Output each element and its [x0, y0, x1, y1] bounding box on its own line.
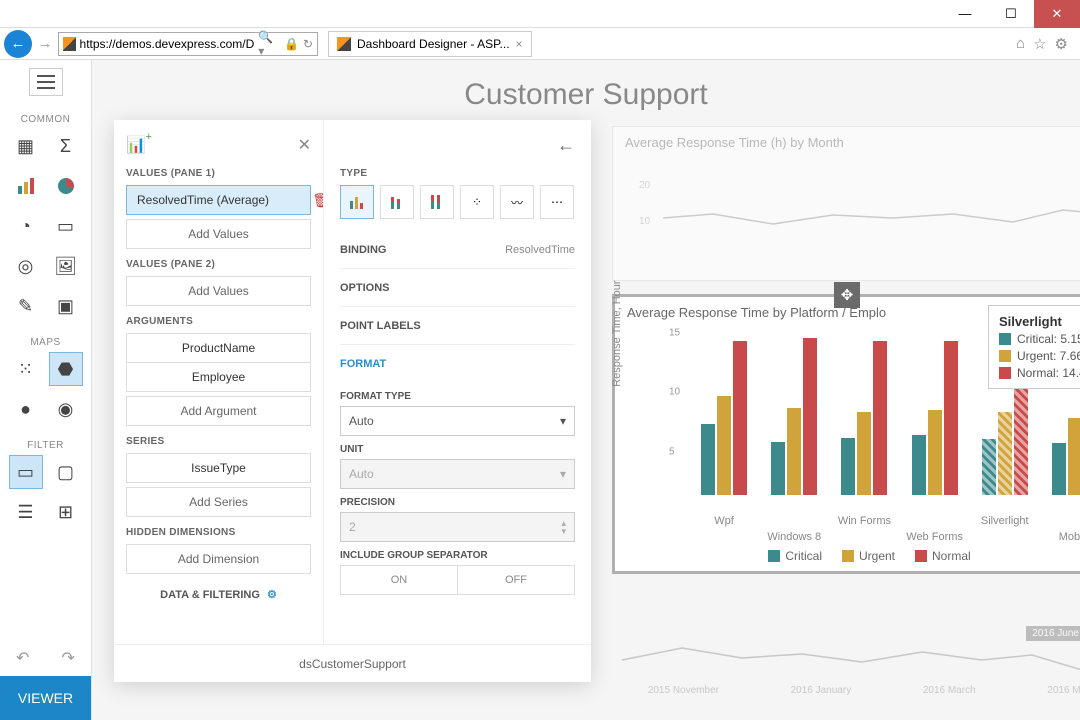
format-row[interactable]: FORMAT [340, 345, 575, 383]
dashboard-title: Customer Support [92, 78, 1080, 112]
format-type-label: FORMAT TYPE [340, 391, 575, 402]
list-icon[interactable]: ☰ [9, 495, 43, 529]
range-icon[interactable]: ▭ [9, 455, 43, 489]
type-label: TYPE [340, 168, 575, 179]
series-field[interactable]: IssueType [126, 453, 311, 483]
move-handle-icon[interactable]: ✥ [834, 282, 860, 308]
group-sep-toggle[interactable]: ON OFF [340, 565, 575, 595]
maximize-button[interactable]: ☐ [988, 0, 1034, 28]
bubble-icon[interactable]: ● [9, 392, 43, 426]
y-axis-label: Response Time, Hour [611, 280, 623, 386]
tab-title: Dashboard Designer - ASP... [357, 37, 510, 51]
chart-legend: Critical Urgent Normal [615, 549, 1080, 563]
section-label: FILTER [27, 440, 64, 451]
unit-select: Auto▾ [340, 459, 575, 489]
chart-add-icon[interactable]: 📊+ [126, 135, 146, 155]
full-stacked-button[interactable] [420, 185, 454, 219]
favicon-icon [337, 37, 351, 51]
favorites-icon[interactable]: ☆ [1033, 35, 1046, 53]
card-icon[interactable]: ▭ [49, 209, 83, 243]
address-bar[interactable]: https://demos.devexpress.com/D 🔍 ▾ 🔒 ↻ [58, 32, 318, 56]
datasource-footer[interactable]: dsCustomerSupport [114, 644, 591, 682]
precision-label: PRECISION [340, 497, 575, 508]
bar-chart-icon[interactable] [9, 169, 43, 203]
point-type-button[interactable]: ⁘ [460, 185, 494, 219]
precision-input: 2▴▾ [340, 512, 575, 542]
tree-icon[interactable]: ⊞ [49, 495, 83, 529]
back-button[interactable]: ← [4, 30, 32, 58]
add-series-button[interactable]: Add Series [126, 487, 311, 517]
values-pane1-label: VALUES (PANE 1) [126, 168, 311, 179]
add-dimension-button[interactable]: Add Dimension [126, 544, 311, 574]
tab-close-icon[interactable]: × [516, 37, 523, 51]
sigma-icon[interactable]: Σ [49, 129, 83, 163]
options-row[interactable]: OPTIONS [340, 269, 575, 307]
add-values-button[interactable]: Add Values [126, 276, 311, 306]
section-label: MAPS [30, 337, 60, 348]
add-values-button[interactable]: Add Values [126, 219, 311, 249]
close-icon[interactable]: ✕ [298, 135, 311, 155]
svg-text:20: 20 [639, 180, 651, 191]
stacked-bar-button[interactable] [380, 185, 414, 219]
close-button[interactable]: ✕ [1034, 0, 1080, 28]
menu-button[interactable] [29, 68, 63, 96]
timeline-marker: 2016 June [1026, 626, 1080, 641]
back-icon[interactable]: ← [557, 135, 575, 156]
delete-icon[interactable]: 🗑 [312, 192, 324, 209]
pie-chart-icon[interactable] [49, 169, 83, 203]
value-field-selected[interactable]: ResolvedTime (Average) 🗑 [126, 185, 311, 215]
bar-type-button[interactable] [340, 185, 374, 219]
redo-icon[interactable]: ↷ [62, 648, 75, 668]
combo-icon[interactable]: ▢ [49, 455, 83, 489]
image-icon[interactable]: 🖼 [49, 249, 83, 283]
textbox-icon[interactable]: ✎ [9, 289, 43, 323]
line-type-button[interactable]: 〰 [500, 185, 534, 219]
forward-button[interactable]: → [34, 33, 56, 55]
settings-icon[interactable]: ⚙ [1055, 35, 1068, 53]
bubble2-icon[interactable]: ◉ [49, 392, 83, 426]
treemap-icon[interactable]: ▣ [49, 289, 83, 323]
arguments-label: ARGUMENTS [126, 316, 311, 327]
window-titlebar: — ☐ ✕ [0, 0, 1080, 28]
geo-icon[interactable]: ⬣ [49, 352, 83, 386]
dashboard-canvas: Customer Support 📊+ ✕ VALUES (PANE 1) Re… [92, 60, 1080, 720]
browser-toolbar: ← → https://demos.devexpress.com/D 🔍 ▾ 🔒… [0, 28, 1080, 60]
target-icon[interactable]: ◎ [9, 249, 43, 283]
add-argument-button[interactable]: Add Argument [126, 396, 311, 426]
series-label: SERIES [126, 436, 311, 447]
response-time-month-widget[interactable]: Average Response Time (h) by Month 20 10 [612, 126, 1080, 281]
browser-tab[interactable]: Dashboard Designer - ASP... × [328, 31, 532, 57]
gauge-icon[interactable]: ◔ [9, 209, 43, 243]
hidden-dims-label: HIDDEN DIMENSIONS [126, 527, 311, 538]
tool-sidebar: COMMON ▦ Σ ◔ ▭ ◎ 🖼 ✎ ▣ MAPS ⁙ ⬣ ● ◉ FILT… [0, 60, 92, 720]
favicon-icon [63, 37, 76, 51]
minimize-button[interactable]: — [942, 0, 988, 28]
viewer-button[interactable]: VIEWER [0, 676, 91, 720]
home-icon[interactable]: ⌂ [1016, 35, 1025, 53]
argument-field[interactable]: Employee [126, 362, 311, 392]
binding-popup: 📊+ ✕ VALUES (PANE 1) ResolvedTime (Avera… [114, 120, 591, 682]
format-type-select[interactable]: Auto▾ [340, 406, 575, 436]
pointlabels-row[interactable]: POINT LABELS [340, 307, 575, 345]
data-filtering-label[interactable]: DATA & FILTERING [160, 589, 260, 601]
undo-icon[interactable]: ↶ [16, 648, 29, 668]
scatter-icon[interactable]: ⁙ [9, 352, 43, 386]
argument-field[interactable]: ProductName [126, 333, 311, 363]
binding-row[interactable]: BINDING ResolvedTime [340, 231, 575, 269]
timeline-widget[interactable]: 2016 June 2015 November2016 January2016 … [612, 630, 1080, 704]
url-text: https://demos.devexpress.com/D [80, 37, 255, 51]
group-sep-label: INCLUDE GROUP SEPARATOR [340, 550, 575, 561]
values-pane2-label: VALUES (PANE 2) [126, 259, 311, 270]
unit-label: UNIT [340, 444, 575, 455]
gear-icon[interactable]: ⚙ [267, 589, 277, 601]
section-label: COMMON [21, 114, 71, 125]
svg-text:10: 10 [639, 216, 651, 227]
more-types-button[interactable]: ⋯ [540, 185, 574, 219]
response-time-platform-widget[interactable]: Average Response Time by Platform / Empl… [612, 294, 1080, 574]
chart-tooltip: Silverlight Critical: 5.15 Urgent: 7.66 … [988, 305, 1080, 389]
grid-icon[interactable]: ▦ [9, 129, 43, 163]
